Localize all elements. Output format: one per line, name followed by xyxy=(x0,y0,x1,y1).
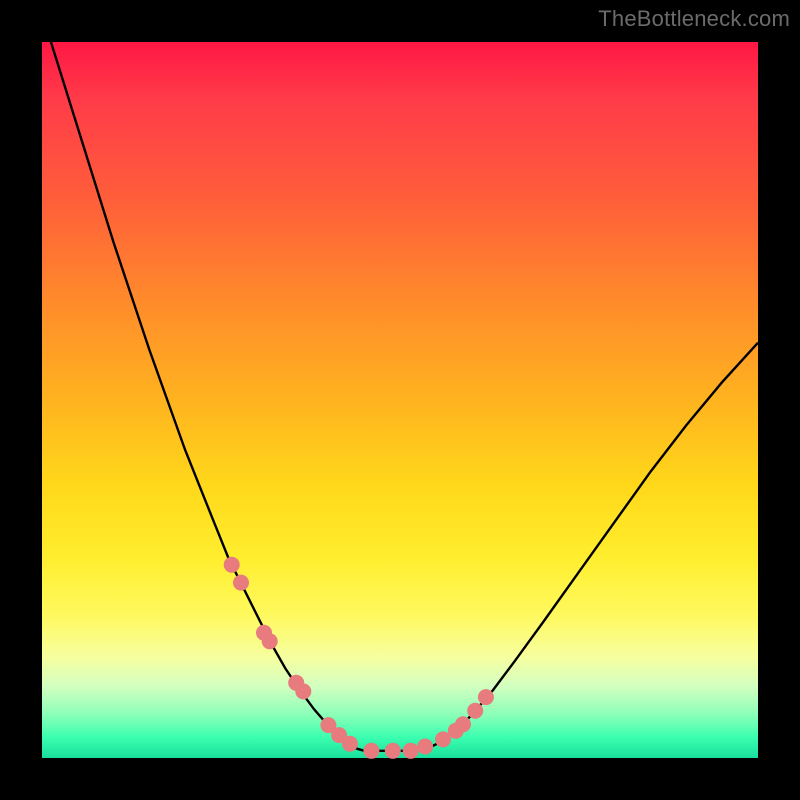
marker-dot xyxy=(417,739,433,755)
marker-dot xyxy=(455,716,471,732)
watermark-text: TheBottleneck.com xyxy=(598,6,790,32)
marker-dot xyxy=(224,557,240,573)
dot-layer xyxy=(224,557,494,759)
marker-dot xyxy=(262,633,278,649)
marker-dot xyxy=(478,689,494,705)
marker-dot xyxy=(403,743,419,759)
marker-dot xyxy=(385,743,401,759)
marker-dot xyxy=(233,575,249,591)
marker-dot xyxy=(467,703,483,719)
marker-dot xyxy=(342,736,358,752)
chart-stage: TheBottleneck.com xyxy=(0,0,800,800)
bottleneck-curve xyxy=(42,13,758,750)
plot-area xyxy=(42,42,758,758)
marker-dot xyxy=(295,683,311,699)
marker-dot xyxy=(363,743,379,759)
chart-svg xyxy=(42,42,758,758)
